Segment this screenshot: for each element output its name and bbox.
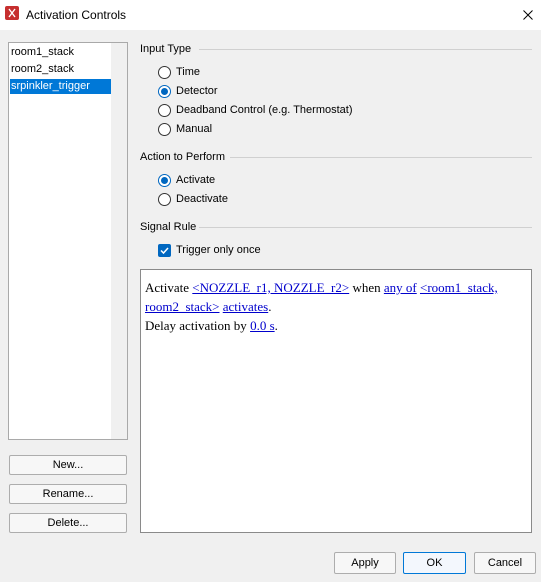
rule-line-2: room2_stack> activates. — [145, 297, 527, 316]
trigger-once-checkbox[interactable] — [158, 243, 171, 257]
trigger-once-label: Trigger only once — [176, 244, 261, 256]
radio-label: Manual — [176, 123, 213, 135]
delay-link[interactable]: 0.0 s — [250, 318, 275, 333]
list-item[interactable]: room1_stack — [10, 45, 111, 60]
pyrosim-icon — [5, 6, 19, 20]
rule-period: . — [274, 318, 278, 333]
delay-text: Delay activation by — [145, 318, 247, 333]
title-bar: Activation Controls — [0, 0, 541, 30]
radio-time[interactable]: Time — [158, 65, 200, 79]
radio-detector[interactable]: Detector — [158, 84, 218, 98]
radio-activate[interactable]: Activate — [158, 173, 215, 187]
group-divider — [230, 157, 532, 158]
radio-button[interactable] — [158, 65, 171, 79]
ok-button[interactable]: OK — [403, 552, 466, 574]
radio-label: Detector — [176, 85, 218, 97]
new-button[interactable]: New... — [9, 455, 127, 475]
radio-label: Deactivate — [176, 193, 228, 205]
radio-label: Activate — [176, 174, 216, 186]
cancel-button[interactable]: Cancel — [474, 552, 536, 574]
radio-deadband[interactable]: Deadband Control (e.g. Thermostat) — [158, 103, 353, 117]
signal-rule-label: Signal Rule — [140, 221, 197, 233]
radio-label: Deadband Control (e.g. Thermostat) — [176, 104, 353, 116]
rule-line-1: Activate <NOZZLE_r1, NOZZLE_r2> when any… — [145, 278, 527, 297]
group-divider — [199, 227, 532, 228]
rule-text: when — [352, 280, 381, 295]
rename-button[interactable]: Rename... — [9, 484, 127, 504]
radio-button[interactable] — [158, 103, 171, 117]
radio-manual[interactable]: Manual — [158, 122, 212, 136]
list-scrollbar[interactable] — [111, 43, 127, 439]
close-icon — [523, 10, 533, 20]
apply-button[interactable]: Apply — [334, 552, 396, 574]
list-item[interactable]: room2_stack — [10, 62, 111, 77]
rule-line-3: Delay activation by 0.0 s. — [145, 316, 527, 335]
checkmark-icon — [160, 246, 169, 254]
group-divider — [199, 49, 532, 50]
rule-text: Activate — [145, 280, 190, 295]
list-item-selected[interactable]: srpinkler_trigger — [10, 79, 111, 94]
any-of-link[interactable]: any of — [384, 280, 417, 295]
action-label: Action to Perform — [140, 151, 225, 163]
radio-button[interactable] — [158, 122, 171, 136]
radio-button[interactable] — [158, 192, 171, 206]
radio-deactivate[interactable]: Deactivate — [158, 192, 228, 206]
targets-link[interactable]: <NOZZLE_r1, NOZZLE_r2> — [192, 280, 349, 295]
radio-button-selected[interactable] — [158, 84, 171, 98]
close-button[interactable] — [515, 0, 541, 30]
rule-description: Activate <NOZZLE_r1, NOZZLE_r2> when any… — [140, 269, 532, 533]
sources-link[interactable]: <room1_stack, — [420, 280, 498, 295]
activation-control-list[interactable]: room1_stack room2_stack srpinkler_trigge… — [8, 42, 128, 440]
radio-label: Time — [176, 66, 201, 78]
trigger-once-checkbox-row[interactable]: Trigger only once — [158, 243, 261, 257]
input-type-label: Input Type — [140, 43, 192, 55]
window-title: Activation Controls — [26, 8, 127, 22]
radio-button-selected[interactable] — [158, 173, 171, 187]
rule-period: . — [268, 299, 272, 314]
sources-link-continued[interactable]: room2_stack> — [145, 299, 219, 314]
activates-link[interactable]: activates — [223, 299, 268, 314]
delete-button[interactable]: Delete... — [9, 513, 127, 533]
